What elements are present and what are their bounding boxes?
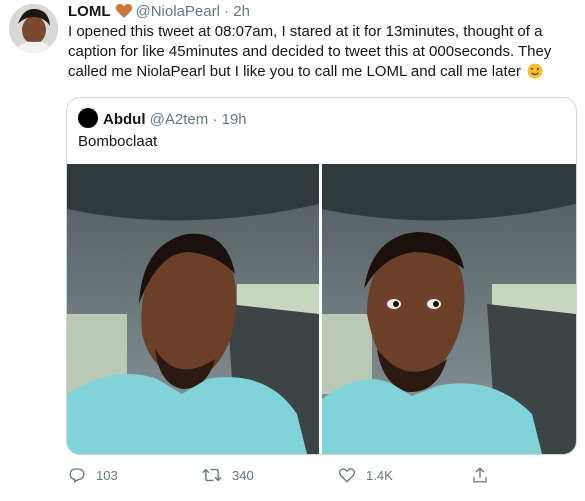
tweet[interactable]: LOML @NiolaPearl · 2h I opened this tweet…	[0, 0, 585, 501]
tweet-time[interactable]: 2h	[233, 3, 250, 20]
separator-dot: ·	[224, 3, 230, 20]
quoted-text: Bomboclaat	[78, 133, 158, 150]
author-avatar[interactable]	[9, 4, 58, 53]
heart-icon	[338, 468, 356, 483]
retweet-button[interactable]: 340	[202, 466, 254, 484]
reply-icon	[69, 468, 85, 483]
quoted-avatar[interactable]	[78, 108, 98, 128]
reply-count: 103	[96, 467, 118, 483]
reply-button[interactable]: 103	[68, 466, 118, 484]
quoted-photo-left[interactable]	[67, 164, 319, 454]
like-count: 1.4K	[366, 467, 393, 483]
share-icon	[473, 467, 487, 483]
tweet-actions: 103 340 1.4K	[0, 466, 585, 486]
retweet-icon	[202, 468, 222, 482]
retweet-count: 340	[232, 467, 254, 483]
author-name[interactable]: LOML	[68, 3, 111, 20]
quoted-tweet[interactable]: Abdul @A2tem · 19h Bomboclaat	[66, 97, 577, 455]
tweet-text: I opened this tweet at 08:07am, I stared…	[68, 22, 568, 82]
quoted-header: Abdul @A2tem · 19h	[78, 108, 247, 130]
winking-face-icon	[527, 63, 543, 79]
quoted-photo-right[interactable]	[322, 164, 576, 454]
tweet-body: I opened this tweet at 08:07am, I stared…	[68, 23, 552, 80]
quoted-time[interactable]: 19h	[222, 111, 247, 128]
author-handle[interactable]: @NiolaPearl	[136, 3, 220, 20]
like-button[interactable]: 1.4K	[338, 466, 393, 484]
quoted-separator-dot: ·	[212, 111, 218, 128]
quoted-author-name[interactable]: Abdul	[103, 111, 146, 128]
share-button[interactable]	[471, 466, 499, 484]
quoted-handle[interactable]: @A2tem	[150, 111, 209, 128]
